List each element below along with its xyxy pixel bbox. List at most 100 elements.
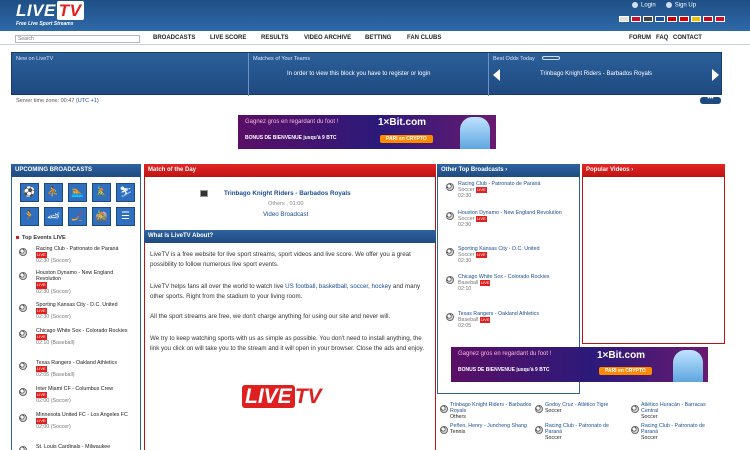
search-input[interactable] [15,35,140,43]
broadcast-link[interactable]: Chicago White Sox - Colorado Rockies [458,274,550,280]
prev-arrow-icon[interactable] [493,69,500,81]
nav-live-score[interactable]: LIVE SCORE [210,35,246,41]
ad-banner-bottom[interactable]: Gagnez gros en regardant du foot ! BONUS… [451,347,708,382]
nav-video-archive[interactable]: VIDEO ARCHIVE [304,35,351,41]
video-item[interactable]: Trinbago Knight Riders - Barbados Royals… [450,402,532,421]
top-event-item[interactable]: Inter Miami CF - Columbus Crew LIVE 02:00 … [36,386,134,405]
video-item[interactable]: Peñen, Henry - Juncheng Shang Tennis [450,423,532,435]
language-flag-icon[interactable] [619,16,629,22]
video-link[interactable]: Godoy Cruz - Atlético Tigre [545,402,608,408]
nav-contact[interactable]: CONTACT [673,35,702,41]
live-badge: LIVE [475,216,487,223]
odds-match-link[interactable]: Trinbago Knight Riders - Barbados Royals [540,71,652,77]
sport-category-icon[interactable]: ⛷ [116,183,135,202]
other-broadcast-item[interactable]: Sporting Kansas City - D.C. United Soccer… [458,246,576,265]
video-link[interactable]: Peñen, Henry - Juncheng Shang [450,423,527,429]
nav-faq[interactable]: FAQ [656,35,668,41]
sport-category-icon[interactable]: ⛹ [44,183,63,202]
language-flag-icon[interactable] [691,16,701,22]
sport-category-icon[interactable]: 🏊 [68,183,87,202]
top-event-item[interactable]: Racing Club - Patronato de Paraná LIVE 02:… [36,246,134,265]
other-broadcast-item[interactable]: Houston Dynamo - New England Revolution S… [458,210,576,229]
sport-category-icon[interactable]: 🚵 [92,207,111,226]
broadcast-link[interactable]: Houston Dynamo - New England Revolution [458,210,562,216]
top-event-item[interactable]: Houston Dynamo - New England Revolution L… [36,270,134,295]
video-item[interactable]: Racing Club - Patronato de Paraná Soccer [641,423,723,442]
event-name[interactable]: Texas Rangers - Oakland Athletics [36,360,117,366]
nav-fan-clubs[interactable]: FAN CLUBS [407,35,441,41]
event-name[interactable]: Chicago White Sox - Colorado Rockies [36,328,128,334]
nav-forum[interactable]: FORUM [629,35,651,41]
about-p3: All the sport streams are free, we don't… [150,313,391,320]
sport-ball-icon [440,426,448,434]
video-link[interactable]: Racing Club - Patronato de Paraná [641,423,705,435]
sport-category-icon[interactable]: ☰ [116,207,135,226]
video-item[interactable]: Godoy Cruz - Atlético Tigre Soccer [545,402,627,414]
link-hockey[interactable]: hockey [372,283,392,290]
ad-banner-top[interactable]: Gagnez gros en regardant du foot ! BONUS… [238,115,496,149]
signup-link[interactable]: Sign Up [665,2,696,9]
event-name[interactable]: Minnesota United FC - Los Angeles FC [36,412,128,418]
sport-type: Baseball [458,280,479,287]
sport-category-icon[interactable]: ⚽ [20,183,39,202]
site-logo[interactable]: LIVE TV [16,1,84,21]
broadcast-link[interactable]: Sporting Kansas City - D.C. United [458,246,540,252]
event-name[interactable]: Sporting Kansas City - D.C. United [36,302,118,308]
tagline: Free Live Sport Streams [16,21,74,27]
language-flag-icon[interactable] [667,16,677,22]
video-item[interactable]: Racing Club - Patronato de Paraná Soccer [545,423,627,442]
broadcast-link[interactable]: Racing Club - Patronato de Paraná [458,181,540,187]
popular-header: Popular Videos › [582,164,725,177]
video-broadcast-link[interactable]: Video Broadcast [263,211,308,218]
login-link[interactable]: Login [632,2,656,9]
nav-broadcasts[interactable]: BROADCASTS [153,35,195,41]
language-flag-icon[interactable] [715,16,725,22]
broadcast-link[interactable]: Texas Rangers - Oakland Athletics [458,311,539,317]
event-name[interactable]: St. Louis Cardinals - Milwaukee [36,444,110,450]
language-flag-icon[interactable] [643,16,653,22]
video-link[interactable]: Racing Club - Patronato de Paraná [545,423,609,435]
top-event-item[interactable]: Chicago White Sox - Colorado Rockies LIVE… [36,328,134,347]
nav-betting[interactable]: BETTING [365,35,391,41]
sport-ball-icon [535,405,543,413]
event-name[interactable]: Houston Dynamo - New England Revolution [36,270,113,282]
other-broadcast-item[interactable]: Racing Club - Patronato de Paraná Soccer … [458,181,576,200]
sport-ball-icon [446,276,454,284]
sport-category-icon[interactable]: 🚴 [92,183,111,202]
nav-results[interactable]: RESULTS [261,35,289,41]
language-flag-icon[interactable] [703,16,713,22]
top-event-item[interactable]: Sporting Kansas City - D.C. United LIVE 02… [36,302,134,321]
language-flag-icon[interactable] [631,16,641,22]
more-dots-button[interactable]: ••• [700,96,721,104]
other-broadcast-item[interactable]: Texas Rangers - Oakland Athletics Basebal… [458,311,576,330]
sport-ball-icon [19,362,27,370]
language-flag-icon[interactable] [679,16,689,22]
video-link[interactable]: Trinbago Knight Riders - Barbados Royals [450,402,531,414]
other-broadcast-item[interactable]: Chicago White Sox - Colorado Rockies Base… [458,274,576,293]
next-arrow-icon[interactable] [712,69,719,81]
player-image [460,117,490,149]
video-link[interactable]: Atlético Huracán - Barracas Central [641,402,706,414]
event-name[interactable]: Racing Club - Patronato de Paraná [36,246,118,252]
top-event-item[interactable]: Minnesota United FC - Los Angeles FC LIVE… [36,412,134,431]
event-name[interactable]: Inter Miami CF - Columbus Crew [36,386,113,392]
video-item[interactable]: Atlético Huracán - Barracas Central Socce… [641,402,723,421]
cricket-icon [200,190,208,197]
sport-type: Soccer [458,216,475,223]
sport-ball-icon [19,388,27,396]
match-of-day-link[interactable]: Trinbago Knight Riders - Barbados Royals [224,190,351,197]
other-header: Other Top Broadcasts › [437,164,580,177]
sport-category-icon[interactable]: 🏒 [68,207,87,226]
top-event-item[interactable]: Texas Rangers - Oakland Athletics LIVE 02:… [36,360,134,379]
language-flag-icon[interactable] [655,16,665,22]
link-basketball[interactable]: basketball [319,283,347,290]
link-us-football[interactable]: US football [285,283,315,290]
event-time: 02:05 (Baseball) [36,372,75,379]
event-time: 02:10 (Baseball) [36,340,75,347]
sport-category-icon[interactable]: 🏃 [20,207,39,226]
about-p4: We try to keep watching sports with us a… [150,335,424,352]
broadcast-time: 02:05 [458,323,472,330]
sport-category-icon[interactable]: 🏎 [44,207,63,226]
top-event-item[interactable]: St. Louis Cardinals - MilwaukeeLIVE [36,444,134,450]
link-soccer[interactable]: soccer [350,283,368,290]
